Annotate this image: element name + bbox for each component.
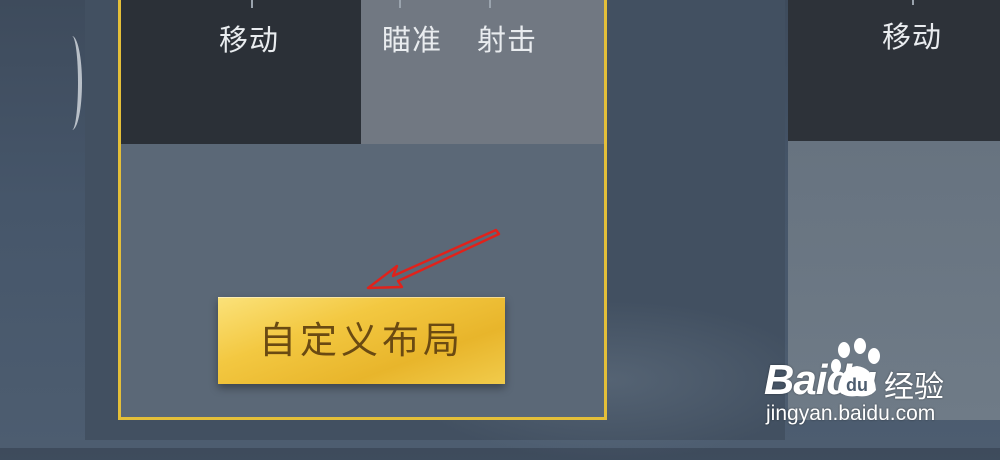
zone-tick bbox=[251, 0, 253, 8]
watermark-product: 经验 bbox=[884, 370, 944, 405]
layout-card-selected[interactable]: 移动 瞄准 射击 自定义布局 bbox=[118, 0, 607, 420]
control-zone-move: 移动 bbox=[788, 0, 1000, 141]
zone-tick bbox=[912, 0, 914, 5]
baidu-paw-icon: du bbox=[831, 338, 880, 397]
zone-label-aim: 瞄准 bbox=[382, 23, 443, 57]
zone-tick bbox=[399, 0, 401, 8]
watermark-url: jingyan.baidu.com bbox=[766, 402, 936, 425]
left-bracket-icon[interactable] bbox=[62, 36, 82, 130]
zone-tick bbox=[489, 0, 491, 8]
zone-label-move: 移动 bbox=[882, 20, 943, 54]
zone-label-move: 移动 bbox=[219, 23, 280, 57]
custom-layout-button[interactable]: 自定义布局 bbox=[218, 297, 505, 384]
baidu-watermark: Baidu du 经验 jingyan.baidu.com bbox=[764, 338, 964, 428]
control-zone-aim-shoot: 瞄准 射击 bbox=[361, 0, 604, 144]
control-zone-move: 移动 bbox=[121, 0, 361, 144]
svg-text:du: du bbox=[846, 375, 868, 395]
zone-label-shoot: 射击 bbox=[477, 23, 538, 57]
